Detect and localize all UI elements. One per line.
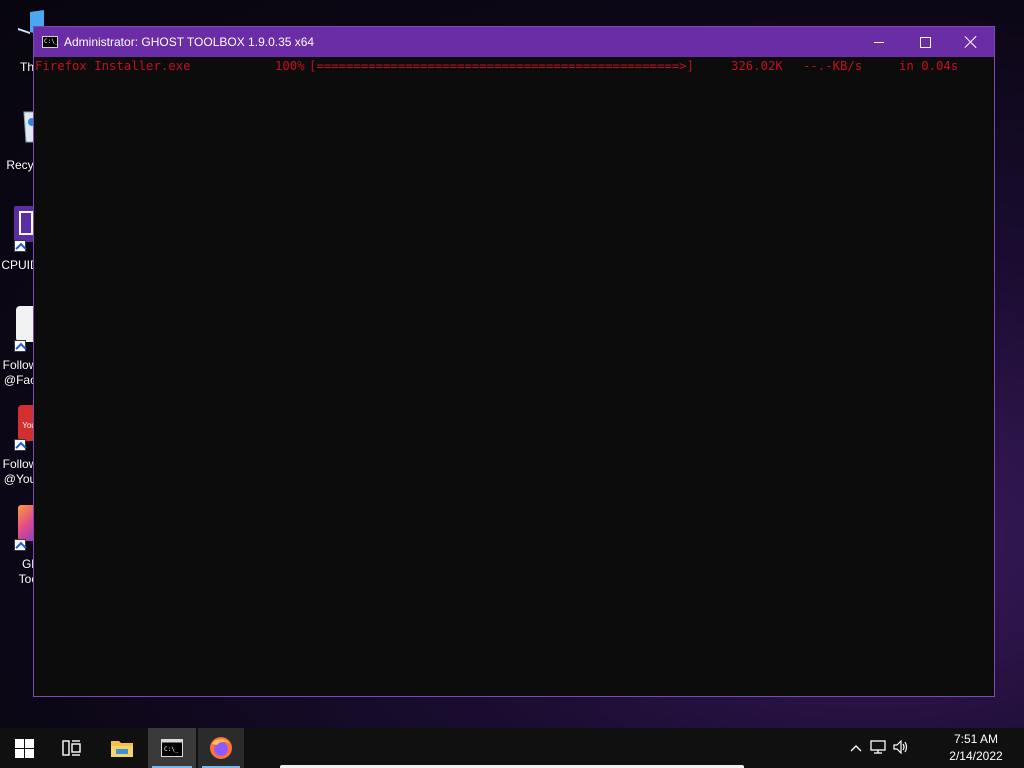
command-prompt-button[interactable]: C:\_ (148, 728, 196, 768)
folder-icon (111, 741, 133, 757)
system-tray (846, 728, 912, 768)
download-time: in 0.04s (899, 59, 959, 73)
task-view-button[interactable] (48, 728, 96, 768)
clock-time: 7:51 AM (953, 732, 999, 746)
start-button[interactable] (0, 728, 48, 768)
download-file-name: Firefox Installer.exe (35, 59, 191, 73)
volume-icon[interactable] (890, 739, 912, 757)
task-view-icon (62, 740, 81, 756)
shortcut-arrow-icon (14, 539, 26, 551)
console-output[interactable]: Firefox Installer.exe 100% [============… (34, 57, 994, 696)
command-prompt-icon: C:\_ (161, 739, 183, 757)
download-speed: --.-KB/s (803, 59, 863, 73)
clock-date: 2/14/2022 (949, 749, 1003, 763)
close-button[interactable] (948, 27, 994, 57)
command-prompt-icon[interactable]: C:\_ (42, 36, 58, 48)
firefox-button[interactable] (198, 728, 244, 768)
chevron-up-icon[interactable] (846, 741, 866, 755)
shortcut-arrow-icon (14, 439, 26, 451)
minimize-button[interactable] (856, 27, 902, 57)
console-window[interactable]: C:\_ Administrator: GHOST TOOLBOX 1.9.0.… (33, 26, 995, 697)
maximize-icon (919, 36, 931, 48)
taskbar-clock[interactable]: 7:51 AM 2/14/2022 (944, 731, 1008, 765)
close-icon (965, 36, 977, 48)
title-bar[interactable]: C:\_ Administrator: GHOST TOOLBOX 1.9.0.… (34, 27, 994, 57)
file-explorer-button[interactable] (98, 728, 146, 768)
download-size: 326.02K (731, 59, 783, 73)
maximize-button[interactable] (902, 27, 948, 57)
download-progress-line: Firefox Installer.exe 100% [============… (35, 59, 958, 171)
minimize-icon (874, 41, 884, 43)
svg-text:C:\_: C:\_ (164, 746, 179, 753)
firefox-icon (210, 737, 232, 759)
download-percent: 100% (275, 59, 305, 73)
windows-logo-icon (14, 738, 34, 758)
taskbar: C:\_ 7:51 AM 2/14/2022 (0, 728, 1024, 768)
download-progress-bar: [=======================================… (309, 59, 694, 73)
window-title: Administrator: GHOST TOOLBOX 1.9.0.35 x6… (64, 35, 315, 49)
shortcut-arrow-icon (14, 340, 26, 352)
network-icon[interactable] (866, 739, 890, 757)
shortcut-arrow-icon (14, 240, 26, 252)
